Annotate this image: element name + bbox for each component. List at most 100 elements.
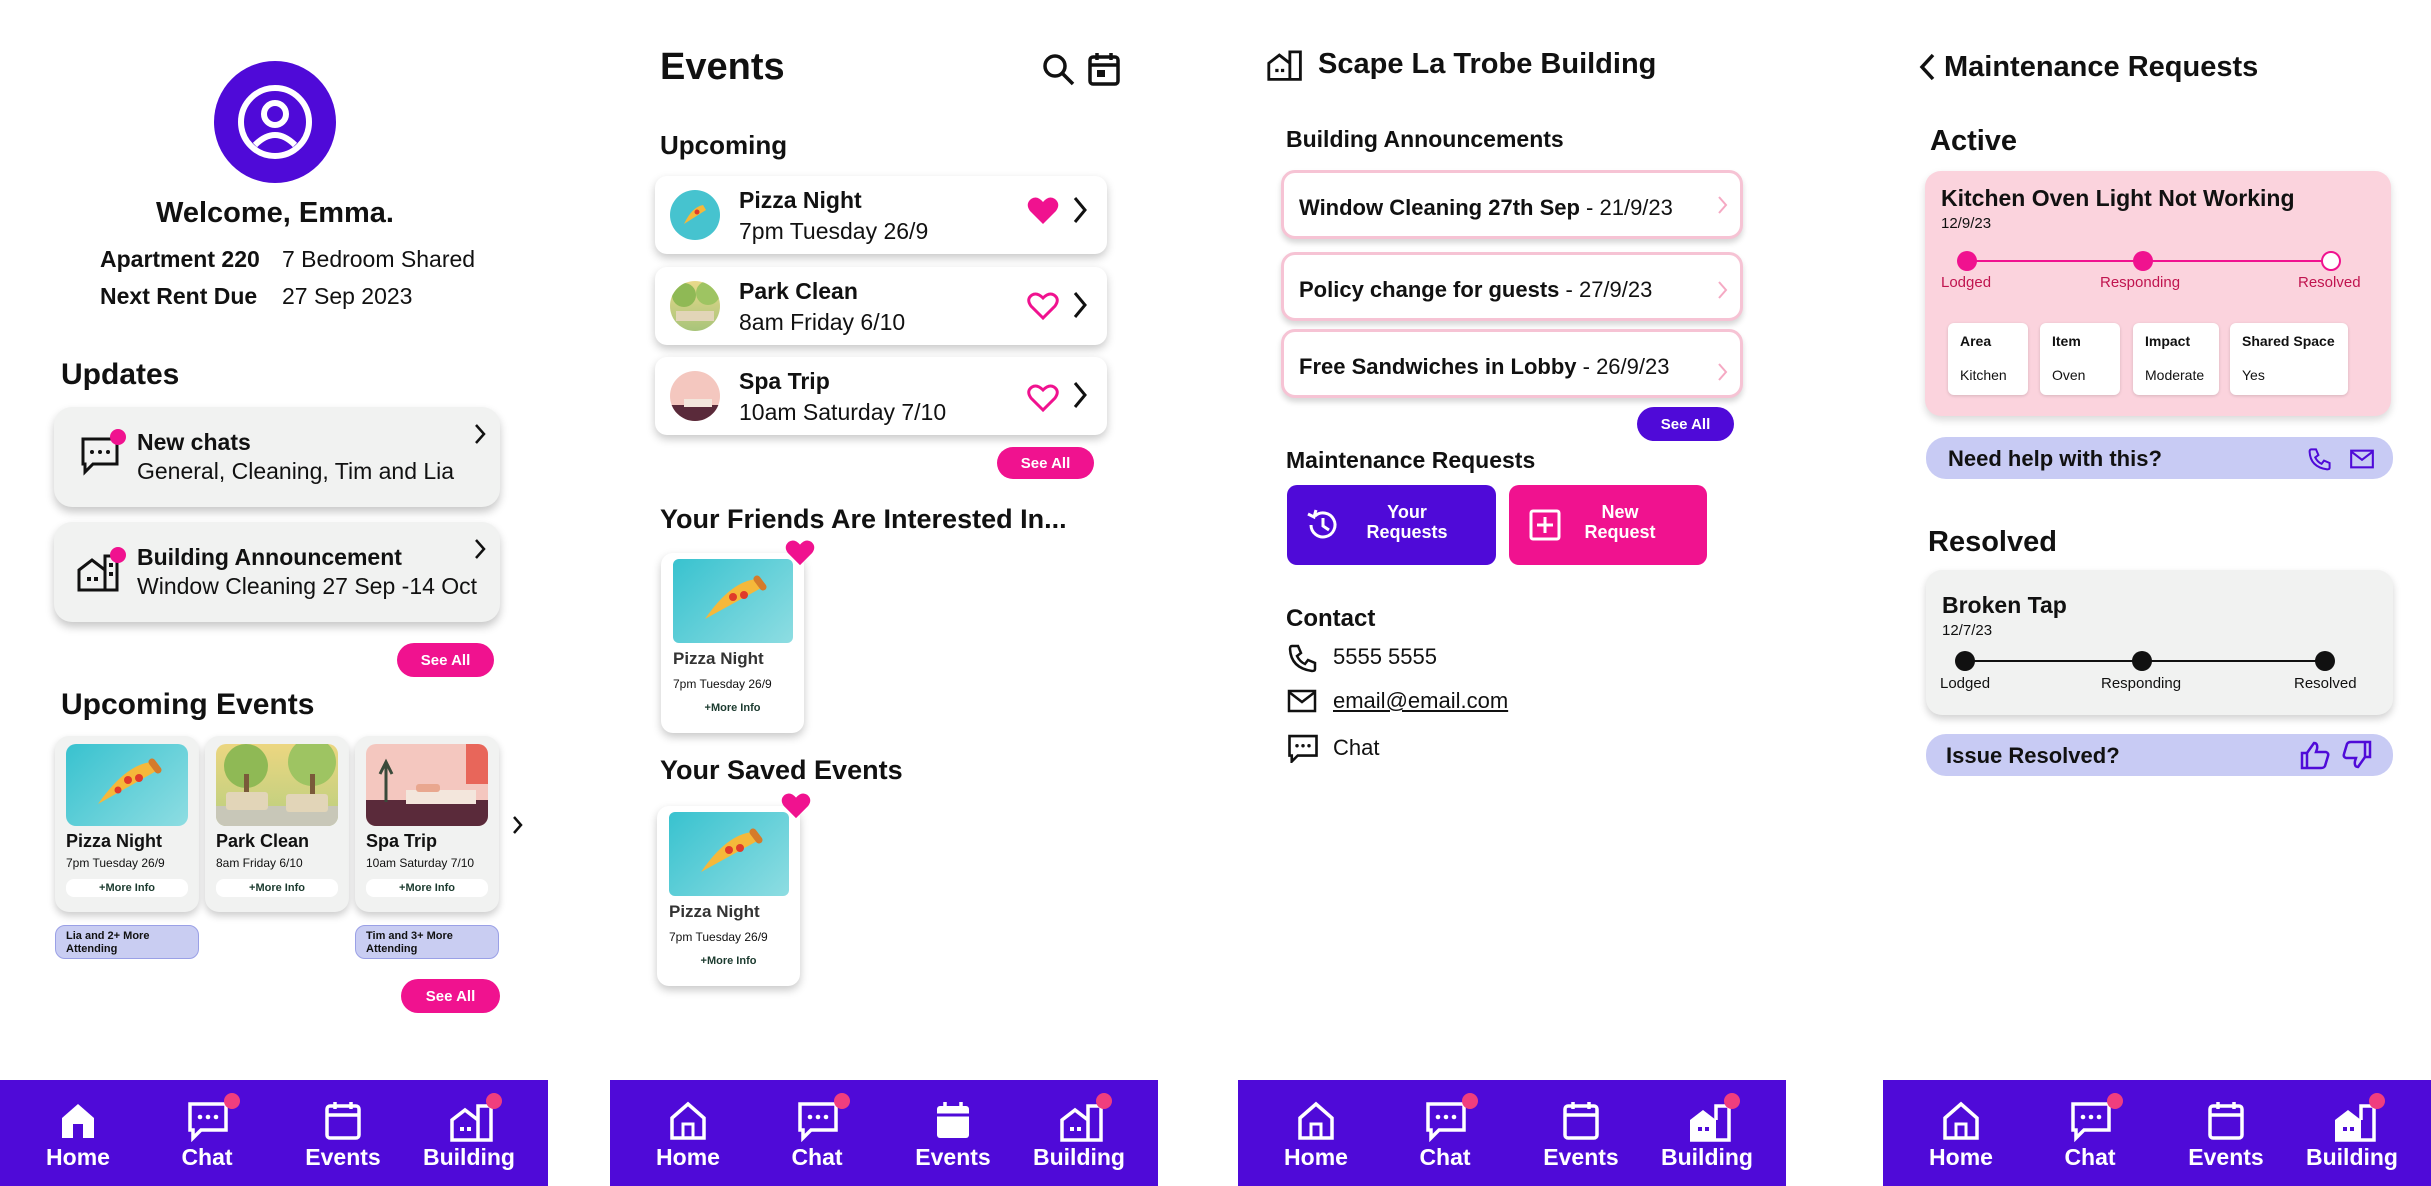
more-info-button[interactable]: +More Info — [657, 955, 800, 967]
phone-icon[interactable] — [2308, 447, 2332, 471]
nav-label: Building — [423, 1144, 515, 1170]
calendar-icon — [1563, 1102, 1599, 1140]
nav-building[interactable]: Building — [1024, 1080, 1134, 1186]
announcement-item[interactable]: Policy change for guests - 27/9/23 — [1281, 252, 1743, 321]
event-title: Park Clean — [739, 278, 858, 304]
see-all-button[interactable]: See All — [997, 447, 1094, 479]
step-dot-lodged — [1957, 251, 1977, 271]
nav-chat[interactable]: Chat — [1390, 1080, 1500, 1186]
issue-resolved-bar: Issue Resolved? — [1926, 734, 2393, 776]
nav-home[interactable]: Home — [1906, 1080, 2016, 1186]
notification-dot — [110, 429, 126, 445]
nav-events[interactable]: Events — [2171, 1080, 2281, 1186]
home-icon — [670, 1101, 706, 1140]
nav-building[interactable]: Building — [414, 1080, 524, 1186]
thumbs-up-icon[interactable] — [2299, 740, 2331, 770]
event-time: 8am Friday 6/10 — [216, 856, 303, 870]
spa-image — [366, 744, 488, 826]
chevron-right-icon[interactable] — [1070, 289, 1090, 321]
update-subtitle: General, Cleaning, Tim and Lia — [137, 458, 455, 484]
announcements-heading: Building Announcements — [1286, 126, 1564, 152]
upcoming-row-spa[interactable]: Spa Trip 10am Saturday 7/10 — [655, 357, 1107, 435]
calendar-icon[interactable] — [1088, 52, 1120, 86]
saved-event-card[interactable]: Pizza Night 7pm Tuesday 26/9 +More Info — [657, 793, 811, 986]
new-request-button[interactable]: New Request — [1509, 485, 1707, 565]
see-all-events-button[interactable]: See All — [401, 979, 500, 1013]
phone-number[interactable]: 5555 5555 — [1333, 644, 1437, 670]
chevron-right-icon — [1718, 281, 1728, 299]
more-info-button[interactable]: +More Info — [216, 879, 338, 897]
more-info-button[interactable]: +More Info — [366, 879, 488, 897]
nav-home[interactable]: Home — [633, 1080, 743, 1186]
chat-icon — [1426, 1102, 1466, 1142]
nav-label: Building — [2306, 1144, 2398, 1170]
email-link[interactable]: email@email.com — [1333, 688, 1508, 714]
thumbs-down-icon[interactable] — [2341, 740, 2373, 770]
event-time: 7pm Tuesday 26/9 — [673, 677, 772, 691]
chat-link[interactable]: Chat — [1333, 735, 1379, 761]
more-info-button[interactable]: +More Info — [661, 702, 804, 714]
announcement-item[interactable]: Window Cleaning 27th Sep - 21/9/23 — [1281, 170, 1743, 239]
announcement-text: Free Sandwiches in Lobby - 26/9/23 — [1299, 354, 1670, 379]
heart-outline-icon[interactable] — [1027, 291, 1059, 321]
chevron-right-icon — [475, 424, 486, 444]
active-request-card[interactable]: Kitchen Oven Light Not Working 12/9/23 L… — [1925, 171, 2391, 416]
notification-dot — [1096, 1093, 1112, 1109]
update-card-announcement[interactable]: Building Announcement Window Cleaning 27… — [54, 522, 500, 622]
heart-filled-icon[interactable] — [781, 792, 811, 820]
mail-icon[interactable] — [2349, 449, 2375, 469]
upcoming-row-park[interactable]: Park Clean 8am Friday 6/10 — [655, 267, 1107, 345]
see-all-button[interactable]: See All — [1637, 407, 1734, 441]
event-title: Park Clean — [216, 831, 310, 851]
event-card-pizza[interactable]: Pizza Night 7pm Tuesday 26/9 +More Info — [55, 736, 199, 912]
nav-events[interactable]: Events — [288, 1080, 398, 1186]
nav-building[interactable]: Building — [2297, 1080, 2407, 1186]
help-bar[interactable]: Need help with this? — [1926, 437, 2393, 479]
nav-home[interactable]: Home — [1261, 1080, 1371, 1186]
nav-label: Home — [1284, 1144, 1348, 1170]
nav-chat[interactable]: Chat — [762, 1080, 872, 1186]
back-arrow-icon[interactable] — [1917, 52, 1937, 82]
heart-filled-icon[interactable] — [1027, 196, 1059, 226]
more-info-button[interactable]: +More Info — [66, 879, 188, 897]
nav-events[interactable]: Events — [1526, 1080, 1636, 1186]
nav-label: Home — [656, 1144, 720, 1170]
profile-avatar[interactable] — [214, 61, 336, 183]
bottom-nav: Home Chat Events Building — [0, 1080, 548, 1186]
upcoming-row-pizza[interactable]: Pizza Night 7pm Tuesday 26/9 — [655, 176, 1107, 254]
nav-chat[interactable]: Chat — [152, 1080, 262, 1186]
chevron-right-icon[interactable] — [1070, 379, 1090, 411]
step-dot-responding — [2132, 651, 2152, 671]
resolved-request-card[interactable]: Broken Tap 12/7/23 Lodged Responding Res… — [1926, 570, 2393, 715]
friends-event-card[interactable]: Pizza Night 7pm Tuesday 26/9 +More Info — [661, 540, 815, 733]
chevron-right-icon — [475, 539, 486, 559]
announcement-item[interactable]: Free Sandwiches in Lobby - 26/9/23 — [1281, 329, 1743, 398]
update-card-chats[interactable]: New chats General, Cleaning, Tim and Lia — [54, 407, 500, 507]
nav-label: Chat — [1419, 1144, 1471, 1170]
heart-filled-icon[interactable] — [785, 539, 815, 567]
notification-dot — [224, 1093, 240, 1109]
your-requests-button[interactable]: Your Requests — [1287, 485, 1496, 565]
event-title: Pizza Night — [673, 649, 764, 668]
announcement-text: Policy change for guests - 27/9/23 — [1299, 277, 1653, 302]
search-icon[interactable] — [1042, 53, 1076, 87]
chat-icon — [798, 1102, 838, 1142]
nav-chat[interactable]: Chat — [2035, 1080, 2145, 1186]
chevron-right-icon[interactable] — [1070, 194, 1090, 226]
nav-home[interactable]: Home — [23, 1080, 133, 1186]
maintenance-heading: Maintenance Requests — [1286, 447, 1536, 473]
event-card-spa[interactable]: Spa Trip 10am Saturday 7/10 +More Info — [355, 736, 499, 912]
notification-dot — [1724, 1093, 1740, 1109]
chevron-right-icon[interactable] — [510, 814, 526, 836]
calendar-icon — [2208, 1102, 2244, 1140]
calendar-icon — [937, 1102, 969, 1138]
events-screen: Events Upcoming Pizza Night 7pm Tuesday … — [610, 0, 1170, 1186]
nav-building[interactable]: Building — [1652, 1080, 1762, 1186]
event-title: Spa Trip — [366, 831, 438, 851]
see-all-updates-button[interactable]: See All — [397, 643, 494, 677]
event-card-park[interactable]: Park Clean 8am Friday 6/10 +More Info — [205, 736, 349, 912]
heart-outline-icon[interactable] — [1027, 383, 1059, 413]
button-label: New Request — [1584, 502, 1656, 542]
contact-heading: Contact — [1286, 605, 1376, 632]
nav-events[interactable]: Events — [898, 1080, 1008, 1186]
